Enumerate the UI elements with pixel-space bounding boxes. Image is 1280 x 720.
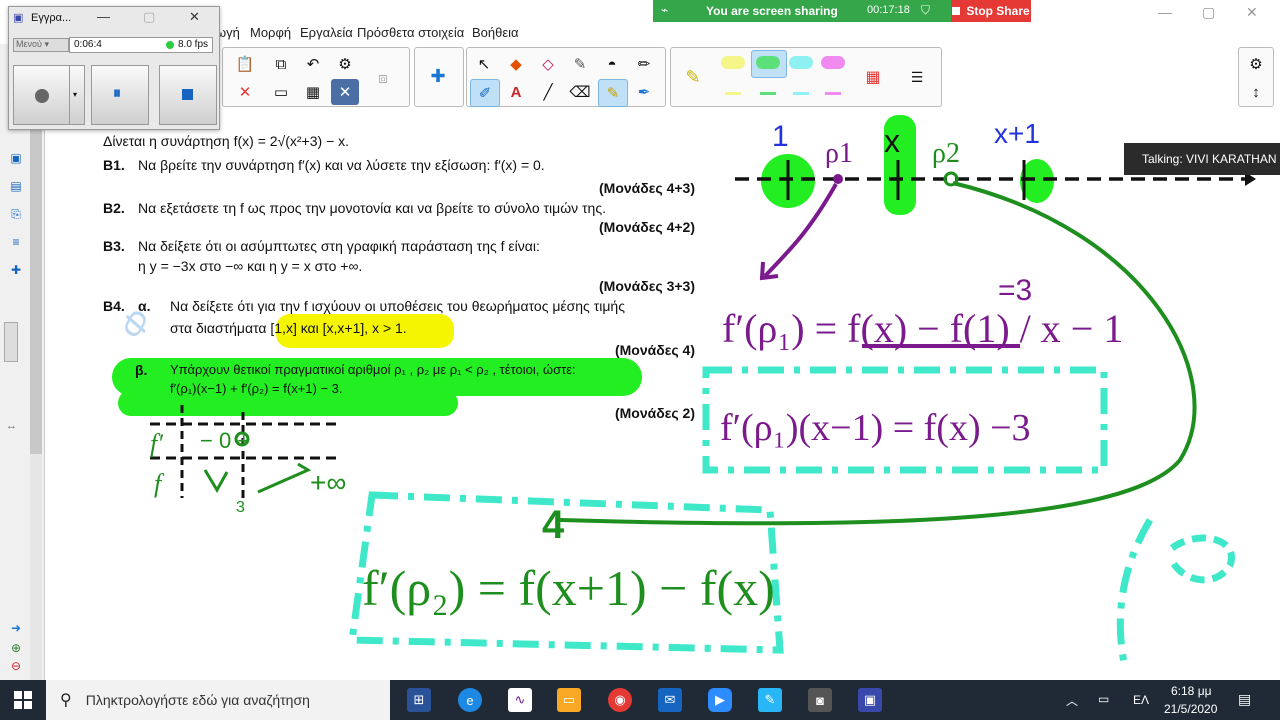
label-x: x — [884, 123, 900, 159]
battery-icon[interactable]: ▭ — [1098, 692, 1109, 706]
search-placeholder: Πληκτρολογήστε εδώ για αναζήτηση — [85, 692, 310, 708]
clock-time[interactable]: 6:18 μμ — [1171, 684, 1212, 698]
table-infinity: +∞ — [310, 467, 346, 498]
number-four: 4 — [542, 503, 565, 547]
clock-date[interactable]: 21/5/2020 — [1164, 702, 1217, 716]
label-rho1: ρ1 — [825, 138, 853, 169]
table-label-fprime: f′ — [150, 429, 163, 458]
equation-3: f′(ρ₂) = f(x+1) − f(x) — [362, 560, 775, 616]
notification-icon[interactable]: ▤ — [1238, 691, 1251, 708]
chrome-icon[interactable]: ◉ — [608, 688, 632, 712]
notes-icon[interactable]: ✎ — [758, 688, 782, 712]
taskbar-search[interactable]: ⚲ Πληκτρολογήστε εδώ για αναζήτηση — [46, 680, 390, 720]
recorder-task-icon[interactable]: ▣ — [858, 688, 882, 712]
label-x-plus-1: x+1 — [994, 118, 1040, 149]
equation-2: f′(ρ₁)(x−1) = f(x) −3 — [720, 407, 1031, 449]
windows-start-icon[interactable] — [14, 691, 32, 709]
search-icon: ⚲ — [60, 692, 72, 709]
talking-indicator: Talking: VIVI KARATHAN — [1124, 143, 1280, 175]
equation-1-sup: =3 — [998, 274, 1032, 307]
graph-app-icon[interactable]: ∿ — [508, 688, 532, 712]
cyan-scribble-2 — [1168, 534, 1236, 584]
tray-chevron-icon[interactable]: ︿ — [1066, 692, 1078, 709]
label-rho2: ρ2 — [932, 138, 960, 169]
camera-icon[interactable]: ◙ — [808, 688, 832, 712]
mail-icon[interactable]: ✉ — [658, 688, 682, 712]
cyan-scribble — [1116, 518, 1154, 669]
zoom-icon[interactable]: ▶ — [708, 688, 732, 712]
ink-annotations: f′ f − 0 + 3 +∞ 1 x x+1 ρ1 ρ2 f′(ρ₁) = f… — [150, 115, 1256, 669]
language-indicator[interactable]: ΕΛ — [1133, 693, 1149, 707]
label-one: 1 — [772, 120, 789, 153]
file-explorer-icon[interactable]: ▭ — [557, 688, 581, 712]
green-loop-arrow — [559, 181, 1197, 526]
table-signs: − 0 + — [200, 428, 250, 453]
table-value: 3 — [236, 499, 245, 516]
store-icon[interactable]: ⊞ — [407, 688, 431, 712]
taskbar: ⚲ Πληκτρολογήστε εδώ για αναζήτηση ⊞ e ∿… — [0, 680, 1280, 720]
table-label-f: f — [154, 469, 165, 498]
edge-icon[interactable]: e — [458, 688, 482, 712]
